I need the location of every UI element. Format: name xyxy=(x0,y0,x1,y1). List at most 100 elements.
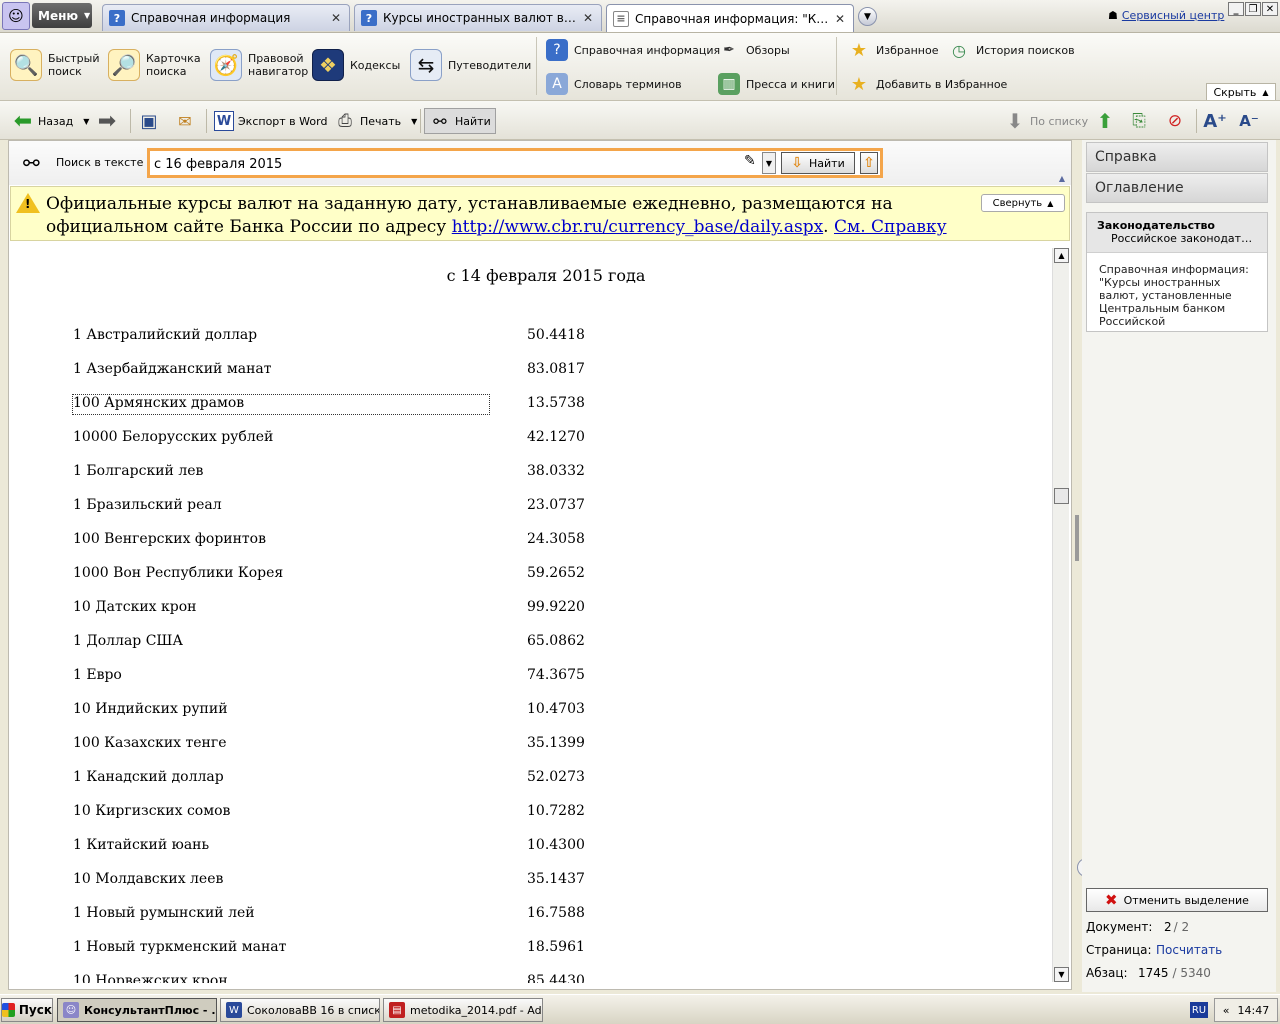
save-button[interactable]: ▣ xyxy=(138,108,160,134)
search-card-button[interactable]: 🔎 Карточка поиска xyxy=(108,49,201,81)
currency-name: 1 Евро xyxy=(73,667,122,683)
tab-currency-rates[interactable]: ? Курсы иностранных валют в текуще... ✕ xyxy=(354,4,602,31)
collapse-notice-button[interactable]: Свернуть ▲ xyxy=(981,194,1065,212)
count-pages-link[interactable]: Посчитать xyxy=(1156,943,1222,957)
task-pdf[interactable]: ▤ metodika_2014.pdf - Ad... xyxy=(383,998,543,1022)
document-help-icon: ? xyxy=(361,10,377,26)
app-logo-icon[interactable]: ☺ xyxy=(2,2,30,30)
press-books-label: Пресса и книги xyxy=(746,77,835,91)
task-consultant-plus[interactable]: ☺ КонсультантПлюс - ... xyxy=(57,998,217,1022)
help-tab[interactable]: Справка xyxy=(1086,142,1268,172)
cancel-selection-button[interactable]: ✖ Отменить выделение xyxy=(1086,888,1268,912)
restore-icon[interactable]: ❐ xyxy=(1245,2,1261,16)
email-button[interactable]: ✉ xyxy=(174,108,196,134)
currency-name: 100 Венгерских форинтов xyxy=(73,531,266,547)
help-link[interactable]: См. Справку xyxy=(834,217,947,237)
print-button[interactable]: ⎙ Печать ▼ xyxy=(334,108,417,134)
chevron-up-icon[interactable]: ▲ xyxy=(1059,174,1065,183)
press-books-button[interactable]: ▥ Пресса и книги xyxy=(718,73,835,95)
font-decrease-button[interactable]: A⁻ xyxy=(1238,108,1260,134)
close-window-icon[interactable]: ✕ xyxy=(1262,2,1278,16)
add-favorites-label: Добавить в Избранное xyxy=(876,77,1008,91)
export-word-button[interactable]: W Экспорт в Word xyxy=(214,108,327,134)
search-history-dropdown[interactable]: ▼ xyxy=(762,152,776,174)
minimize-icon[interactable]: _ xyxy=(1228,2,1244,16)
binoculars-icon: ⚯ xyxy=(433,111,447,131)
go-up-button[interactable]: ⬆ xyxy=(1094,108,1116,134)
tab-reference-info[interactable]: ? Справочная информация ✕ xyxy=(102,4,350,31)
cbr-link[interactable]: http://www.cbr.ru/currency_base/daily.as… xyxy=(452,217,823,237)
guides-button[interactable]: ⇆ Путеводители xyxy=(410,49,531,81)
tab-reference-rates-active[interactable]: ≡ Справочная информация: "Курсы ин... ✕ xyxy=(606,4,854,32)
guides-label: Путеводители xyxy=(448,58,532,72)
toolbar: ⬅ Назад ▼ ➡ ▣ ✉ W Экспорт в Word ⎙ Печат… xyxy=(0,101,1280,140)
chevron-down-icon[interactable]: ▼ xyxy=(83,117,89,126)
hide-ribbon-button[interactable]: Скрыть ▲ xyxy=(1206,83,1276,100)
arrow-left-icon: ⬅ xyxy=(13,108,33,134)
toolbar-separator xyxy=(420,109,421,133)
remove-bookmark-button[interactable]: ⊘ xyxy=(1164,108,1186,134)
document-icon: ≡ xyxy=(613,10,629,27)
start-button[interactable]: Пуск xyxy=(1,998,53,1022)
close-icon[interactable]: ✕ xyxy=(583,11,595,25)
reference-info-button[interactable]: ? Справочная информация xyxy=(546,39,720,61)
add-favorites-button[interactable]: ★ Добавить в Избранное xyxy=(848,73,1007,95)
task-word-doc[interactable]: W СоколоваВВ 16 в списк... xyxy=(220,998,380,1022)
currency-rate: 50.4418 xyxy=(527,327,585,343)
term-dictionary-button[interactable]: А Словарь терминов xyxy=(546,73,682,95)
scroll-down-icon[interactable]: ▼ xyxy=(1054,967,1069,982)
service-center-link[interactable]: ☗ Сервисный центр xyxy=(1108,9,1224,22)
eraser-icon[interactable]: ✎ xyxy=(744,153,756,169)
panel-splitter[interactable] xyxy=(1075,515,1079,561)
vertical-scrollbar[interactable]: ▲ ▼ xyxy=(1052,248,1069,982)
back-button[interactable]: ⬅ Назад ▼ xyxy=(12,108,90,134)
forward-button[interactable]: ➡ xyxy=(96,108,118,134)
find-previous-button[interactable]: ⇧ xyxy=(860,152,878,174)
scroll-up-icon[interactable]: ▲ xyxy=(1054,248,1069,263)
system-tray: « 14:47 xyxy=(1214,998,1278,1022)
close-icon[interactable]: ✕ xyxy=(835,12,847,26)
close-icon[interactable]: ✕ xyxy=(331,11,343,25)
reviews-button[interactable]: ✒ Обзоры xyxy=(718,39,790,61)
document-export-button[interactable]: ⎘ xyxy=(1128,108,1150,134)
legal-navigator-button[interactable]: 🧭 Правовой навигатор xyxy=(210,49,308,81)
tabs-dropdown-icon[interactable]: ▼ xyxy=(858,7,877,26)
find-toggle-button[interactable]: ⚯ Найти xyxy=(424,108,496,134)
red-x-icon: ✖ xyxy=(1105,891,1118,909)
codex-book-icon: ❖ xyxy=(312,49,344,81)
currency-name: 100 Армянских драмов xyxy=(72,394,490,415)
quick-search-button[interactable]: 🔍 Быстрый поиск xyxy=(10,49,100,81)
currency-rate: 10.7282 xyxy=(527,803,585,819)
currency-rate: 10.4703 xyxy=(527,701,585,717)
codes-button[interactable]: ❖ Кодексы xyxy=(312,49,400,81)
reference-info-label: Справочная информация xyxy=(574,43,721,57)
search-history-button[interactable]: ◷ История поисков xyxy=(948,39,1075,61)
by-list-button[interactable]: ⬇ По списку xyxy=(1004,108,1088,134)
text-search-bar: ⚯ Поиск в тексте ✎ ▼ ⇩ Найти ⇧ ▲ xyxy=(8,140,1072,185)
font-increase-button[interactable]: A⁺ xyxy=(1203,108,1226,134)
chevron-down-icon[interactable]: ▼ xyxy=(411,117,417,126)
tray-expand-icon[interactable]: « xyxy=(1223,1004,1230,1017)
quick-search-label: Быстрый поиск xyxy=(48,52,100,78)
toolbar-separator xyxy=(130,109,131,133)
ribbon-separator xyxy=(836,37,837,95)
find-button-label: Найти xyxy=(809,156,845,170)
menu-button[interactable]: Меню ▼ xyxy=(32,3,92,28)
document-info-box: Законодательство Российское законодатель… xyxy=(1086,212,1268,332)
font-decrease-icon: A⁻ xyxy=(1239,112,1259,130)
search-input[interactable] xyxy=(154,154,744,174)
hide-label: Скрыть xyxy=(1213,85,1257,99)
find-next-button[interactable]: ⇩ Найти xyxy=(781,152,855,174)
currency-name: 10 Киргизских сомов xyxy=(73,803,231,819)
print-label: Печать xyxy=(360,114,402,128)
contents-tab[interactable]: Оглавление xyxy=(1086,173,1268,203)
language-indicator[interactable]: RU xyxy=(1190,1002,1208,1018)
codes-label: Кодексы xyxy=(350,58,401,72)
scroll-thumb[interactable] xyxy=(1054,488,1069,504)
currency-name: 10000 Белорусских рублей xyxy=(73,429,274,445)
currency-name: 100 Казахских тенге xyxy=(73,735,227,751)
consultant-app-icon: ☺ xyxy=(63,1002,79,1018)
currency-name: 10 Молдавских леев xyxy=(73,871,224,887)
favorites-button[interactable]: ★ Избранное xyxy=(848,39,939,61)
arrow-right-icon: ➡ xyxy=(97,108,117,134)
